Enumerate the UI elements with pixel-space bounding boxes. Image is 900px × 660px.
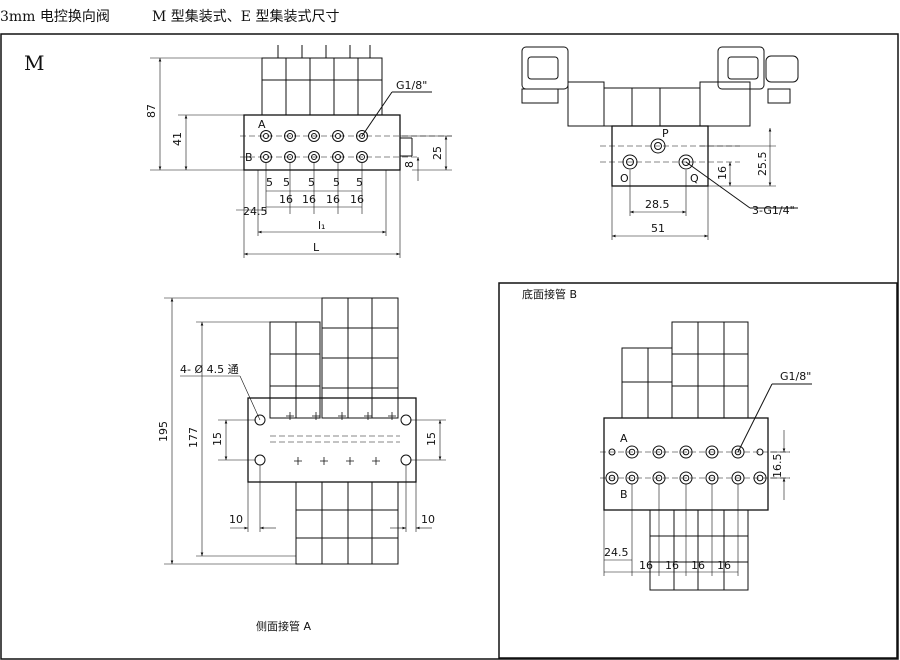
side-hole-label: 4- Ø 4.5 通 bbox=[180, 363, 239, 376]
side-dim-10b: 10 bbox=[421, 513, 435, 526]
front-row-b-label: B bbox=[245, 151, 253, 164]
end-port-label: 3-G1/4" bbox=[752, 204, 795, 217]
front-dim-16d: 16 bbox=[350, 193, 364, 206]
front-dim-16b: 16 bbox=[302, 193, 316, 206]
front-view: A B G1/8" 87 41 25 8 5 5 5 5 5 16 16 16 … bbox=[145, 45, 452, 258]
front-dim-5b: 5 bbox=[283, 176, 290, 189]
front-row-a-label: A bbox=[258, 118, 266, 131]
technical-drawing: M A B G1/8" 87 41 25 8 5 5 5 5 5 16 16 1… bbox=[0, 33, 899, 660]
side-dim-10a: 10 bbox=[229, 513, 243, 526]
front-dim-8: 8 bbox=[403, 161, 416, 168]
panel-label: M bbox=[24, 51, 44, 75]
front-dim-5e: 5 bbox=[356, 176, 363, 189]
front-dim-16a: 16 bbox=[279, 193, 293, 206]
bottom-view: 底面接管 B A B G1/8" 16.5 24.5 16 16 16 16 bbox=[522, 287, 812, 591]
bottom-dim-16d: 16 bbox=[717, 559, 731, 572]
end-view: P O Q 3-G1/4" 28.5 51 25.5 16 bbox=[521, 46, 799, 240]
end-dim-51: 51 bbox=[651, 222, 665, 235]
end-dim-28-5: 28.5 bbox=[645, 198, 670, 211]
bottom-dim-16b: 16 bbox=[665, 559, 679, 572]
bottom-row-a-label: A bbox=[620, 432, 628, 445]
side-caption: 侧面接管 A bbox=[256, 619, 311, 633]
end-port-q: Q bbox=[690, 172, 699, 185]
end-port-o: O bbox=[620, 172, 629, 185]
end-dim-25-5: 25.5 bbox=[756, 152, 769, 177]
side-dim-177: 177 bbox=[187, 427, 200, 448]
front-dim-16c: 16 bbox=[326, 193, 340, 206]
front-dim-24-5: 24.5 bbox=[243, 205, 268, 218]
front-dim-5c: 5 bbox=[308, 176, 315, 189]
bottom-view-title: 底面接管 B bbox=[522, 287, 577, 301]
front-dim-87: 87 bbox=[145, 104, 158, 118]
end-port-p: P bbox=[662, 127, 669, 140]
bottom-dim-24-5: 24.5 bbox=[604, 546, 629, 559]
front-port-label: G1/8" bbox=[396, 79, 427, 92]
side-view: 195 177 15 15 10 10 4- Ø 4.5 通 侧面接管 A bbox=[157, 297, 446, 633]
bottom-port-label: G1/8" bbox=[780, 370, 811, 383]
front-dim-41: 41 bbox=[171, 132, 184, 146]
side-dim-15a: 15 bbox=[211, 432, 224, 446]
end-dim-16: 16 bbox=[716, 166, 729, 180]
bottom-dim-16-5: 16.5 bbox=[771, 454, 784, 479]
side-dim-15b: 15 bbox=[425, 432, 438, 446]
front-dim-5d: 5 bbox=[333, 176, 340, 189]
front-dim-l1: l₁ bbox=[318, 219, 325, 232]
main-frame bbox=[0, 33, 899, 660]
front-dim-L: L bbox=[313, 241, 320, 254]
side-dim-195: 195 bbox=[157, 421, 170, 442]
front-dim-5a: 5 bbox=[266, 176, 273, 189]
bottom-row-b-label: B bbox=[620, 488, 628, 501]
bottom-dim-16a: 16 bbox=[639, 559, 653, 572]
bottom-dim-16c: 16 bbox=[691, 559, 705, 572]
front-dim-25: 25 bbox=[431, 146, 444, 160]
